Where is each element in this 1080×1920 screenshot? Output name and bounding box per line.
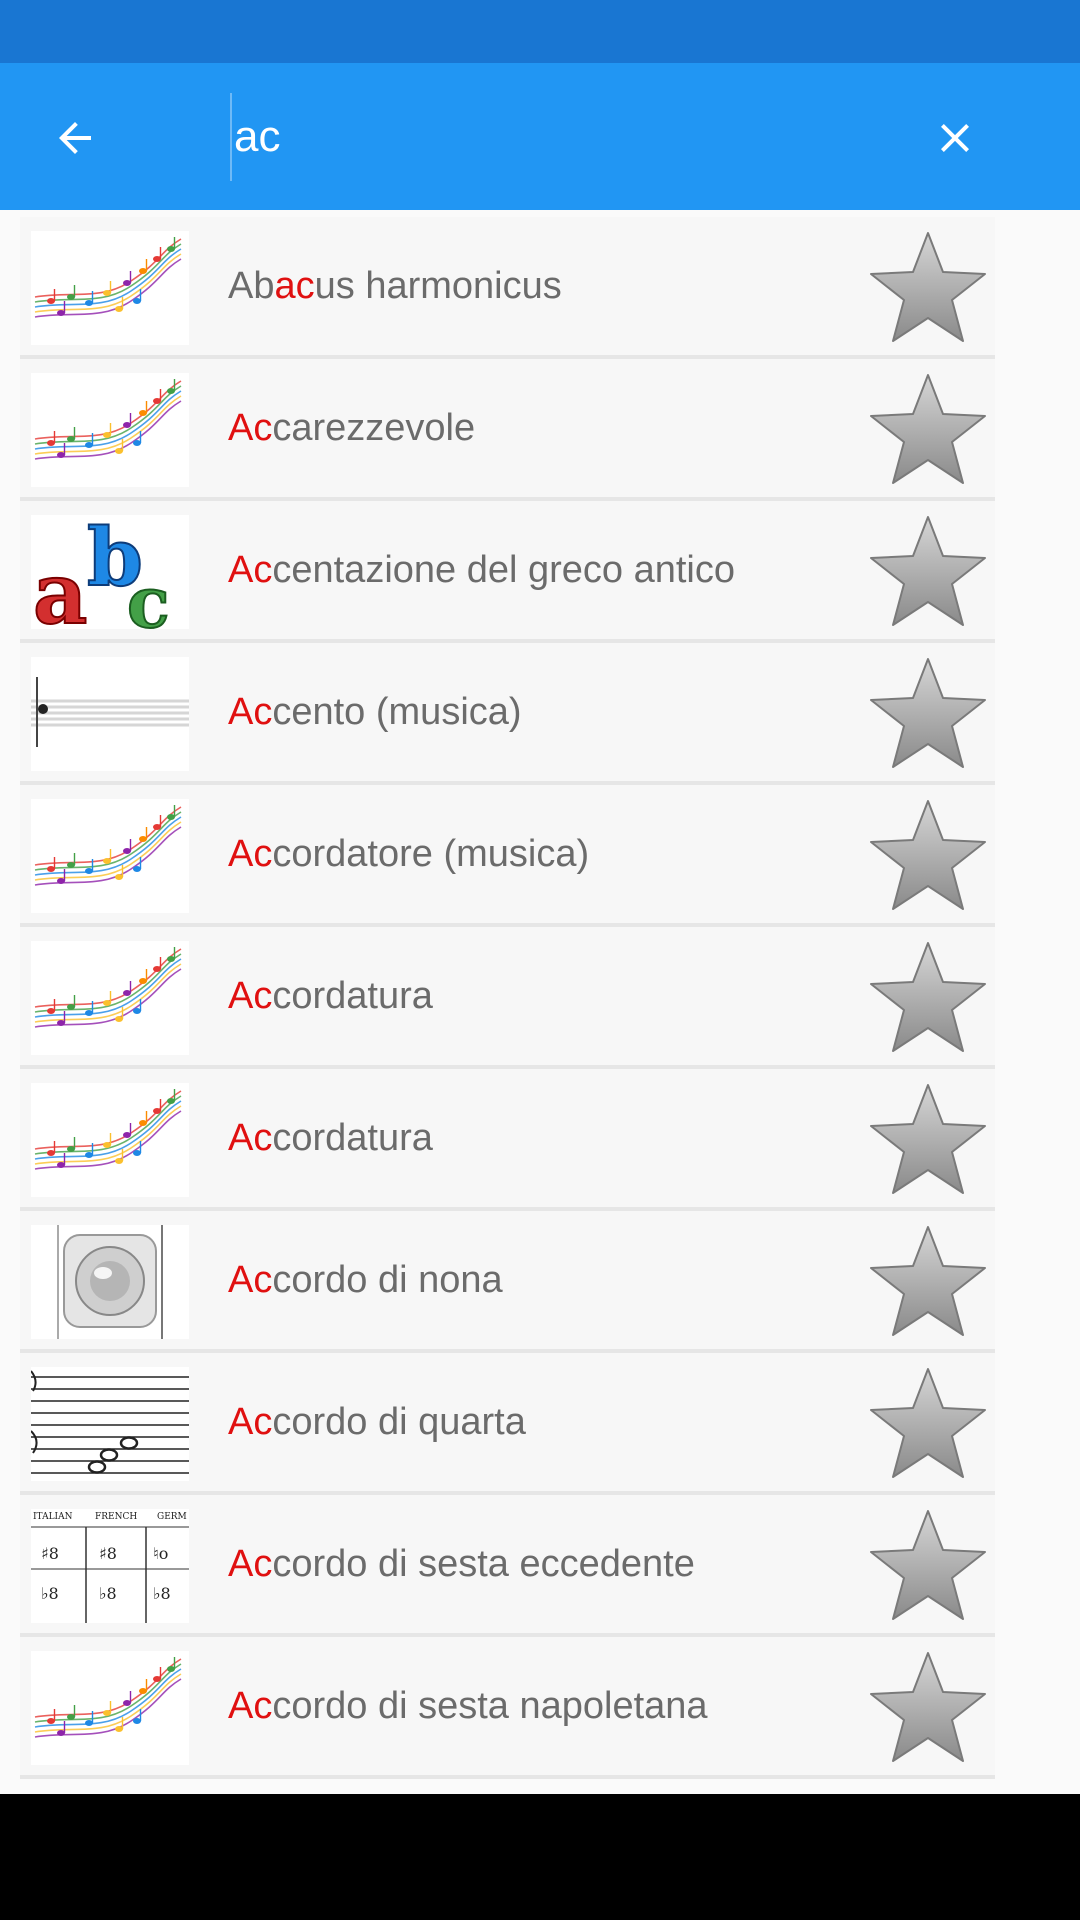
star-icon [870,1368,986,1478]
match-highlight: Ac [228,833,273,875]
star-icon [870,1510,986,1620]
match-highlight: Ac [228,1685,273,1727]
favorite-star-button[interactable] [867,655,989,773]
result-title: Accordatore (musica) [228,785,589,923]
svg-text:♮o: ♮o [153,1544,168,1563]
result-item[interactable]: ITALIAN FRENCH GERM ♯8 ♯8 ♮o ♭8 ♭8 ♭8 Ac… [20,1495,995,1637]
favorite-star-button[interactable] [867,797,989,915]
favorite-star-button[interactable] [867,371,989,489]
star-icon [870,374,986,484]
title-text: Ab [228,265,275,307]
staff-icon [31,657,189,771]
sheet-table-icon: ITALIAN FRENCH GERM ♯8 ♯8 ♮o ♭8 ♭8 ♭8 [31,1509,189,1623]
match-highlight: Ac [228,549,273,591]
search-input[interactable] [230,93,854,181]
music-notes-icon [31,373,189,487]
title-text: cordo di quarta [272,1401,526,1443]
title-text: carezzevole [272,407,476,449]
favorite-star-button[interactable] [867,1223,989,1341]
svg-text:♭8: ♭8 [99,1584,117,1603]
match-highlight: Ac [228,1543,273,1585]
svg-text:♭8: ♭8 [41,1584,59,1603]
result-title: Accordo di sesta eccedente [228,1495,695,1633]
svg-text:♭8: ♭8 [153,1584,171,1603]
music-notes-icon [31,231,189,345]
svg-text:FRENCH: FRENCH [95,1512,137,1522]
title-text: cordatura [272,975,433,1017]
favorite-star-button[interactable] [867,1649,989,1767]
favorite-star-button[interactable] [867,1365,989,1483]
result-title: Accordo di nona [228,1211,503,1349]
chord-notation-icon [31,1367,189,1481]
result-item[interactable]: Accordo di quarta [20,1353,995,1495]
star-icon [870,516,986,626]
result-item[interactable]: Accordatura [20,1069,995,1211]
result-title: Accordatura [228,1069,433,1207]
back-button[interactable] [40,103,110,173]
result-item[interactable]: Accento (musica) [20,643,995,785]
search-app-bar [0,63,1080,210]
result-title: Accentazione del greco antico [228,501,735,639]
music-notes-icon [31,941,189,1055]
star-icon [870,1226,986,1336]
result-item[interactable]: Accordo di sesta napoletana [20,1637,995,1779]
star-icon [870,1084,986,1194]
music-notes-icon [31,1651,189,1765]
result-item[interactable]: a b c Accentazione del greco antico [20,501,995,643]
result-item[interactable]: Accordo di nona [20,1211,995,1353]
result-item[interactable]: Abacus harmonicus [20,217,995,359]
result-item[interactable]: Accarezzevole [20,359,995,501]
star-icon [870,800,986,910]
navigation-bar [0,1794,1080,1920]
title-text: cordo di nona [272,1259,503,1301]
result-title: Accordatura [228,927,433,1065]
result-title: Accarezzevole [228,359,475,497]
svg-text:♯8: ♯8 [41,1544,59,1563]
match-highlight: Ac [228,1401,273,1443]
title-text: cento (musica) [272,691,522,733]
match-highlight: Ac [228,975,273,1017]
clear-search-button[interactable] [920,103,990,173]
svg-text:♯8: ♯8 [99,1544,117,1563]
result-title: Abacus harmonicus [228,217,562,355]
star-icon [870,942,986,1052]
svg-text:ITALIAN: ITALIAN [33,1512,73,1522]
music-notes-icon [31,1083,189,1197]
favorite-star-button[interactable] [867,1507,989,1625]
star-icon [870,232,986,342]
speaker-icon [31,1225,189,1339]
results-list: Abacus harmonicus Accarezzevole a b c Ac… [0,210,1080,1794]
match-highlight: ac [274,265,315,307]
result-item[interactable]: Accordatore (musica) [20,785,995,927]
favorite-star-button[interactable] [867,1081,989,1199]
title-text: cordo di sesta eccedente [272,1543,695,1585]
match-highlight: Ac [228,1259,273,1301]
result-item[interactable]: Accordatura [20,927,995,1069]
status-bar [0,0,1080,63]
result-title: Accordo di quarta [228,1353,526,1491]
match-highlight: Ac [228,1117,273,1159]
result-title: Accento (musica) [228,643,522,781]
close-icon [941,124,969,152]
svg-text:c: c [127,561,170,629]
title-text: cordo di sesta napoletana [272,1685,708,1727]
music-notes-icon [31,799,189,913]
result-title: Accordo di sesta napoletana [228,1637,708,1775]
match-highlight: Ac [228,691,273,733]
arrow-back-icon [59,122,91,154]
svg-text:a: a [33,544,87,629]
match-highlight: Ac [228,407,273,449]
abc-letters-icon: a b c [31,515,189,629]
svg-text:GERM: GERM [157,1512,187,1522]
title-text: us harmonicus [314,265,562,307]
star-icon [870,1652,986,1762]
favorite-star-button[interactable] [867,939,989,1057]
title-text: cordatore (musica) [272,833,590,875]
favorite-star-button[interactable] [867,513,989,631]
star-icon [870,658,986,768]
favorite-star-button[interactable] [867,229,989,347]
title-text: centazione del greco antico [272,549,736,591]
title-text: cordatura [272,1117,433,1159]
